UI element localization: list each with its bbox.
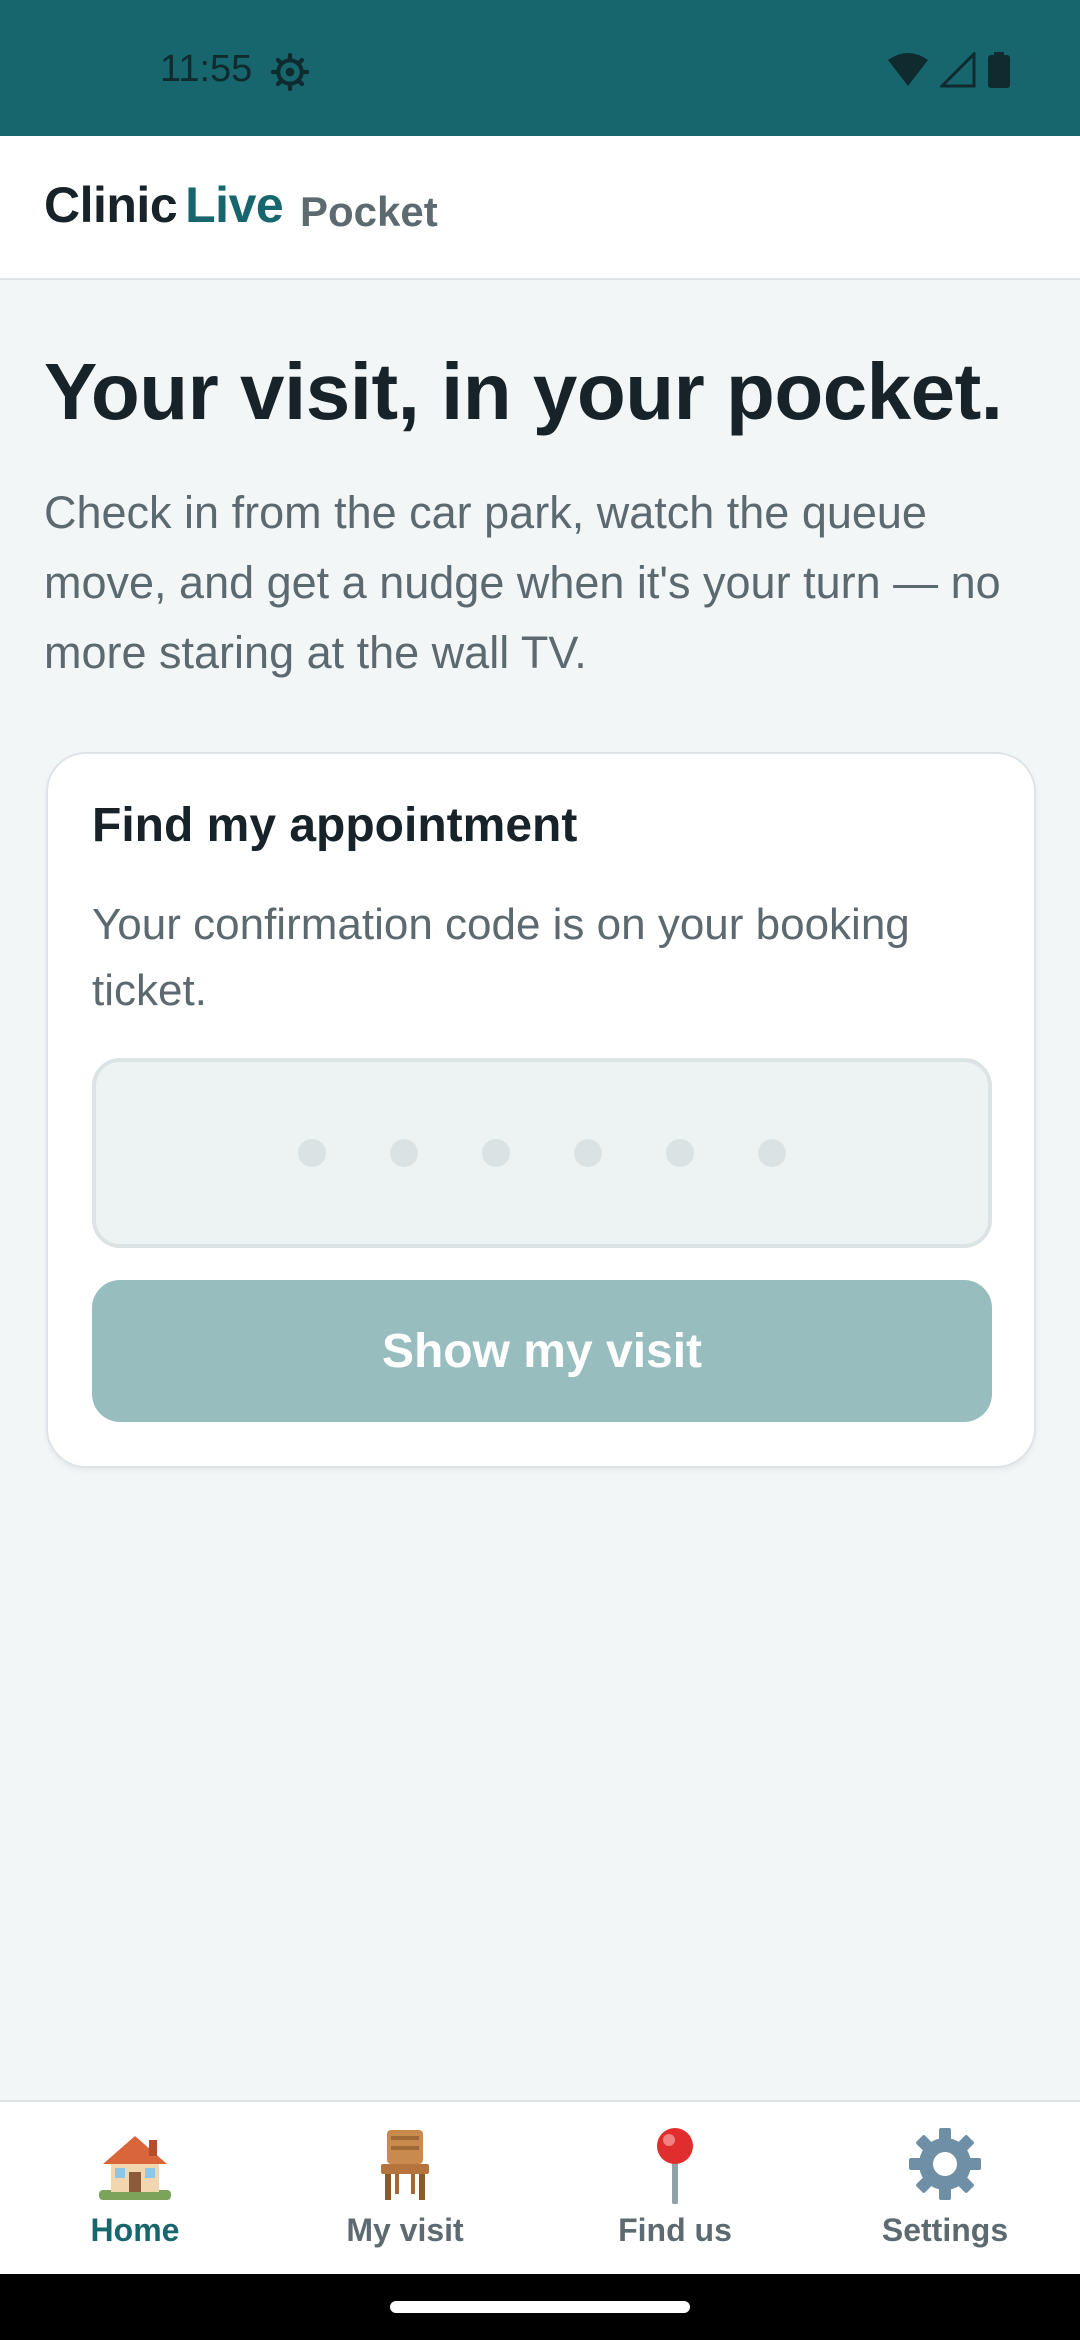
code-digit-placeholder xyxy=(666,1139,694,1167)
status-icons xyxy=(888,52,1010,88)
code-digit-placeholder xyxy=(758,1139,786,1167)
signal-icon xyxy=(940,52,976,88)
wifi-icon xyxy=(888,53,928,86)
confirmation-code-input[interactable] xyxy=(92,1058,992,1248)
page-title: Your visit, in your pocket. xyxy=(44,347,1003,436)
code-digit-placeholder xyxy=(482,1139,510,1167)
nav-item-home[interactable]: Home xyxy=(0,2102,270,2274)
status-time: 11:55 xyxy=(160,48,253,90)
house-icon xyxy=(99,2136,171,2200)
code-digit-placeholder xyxy=(574,1139,602,1167)
system-gesture-bar xyxy=(0,2274,1080,2340)
nav-label-find-us: Find us xyxy=(618,2212,732,2248)
hero-description: Check in from the car park, watch the qu… xyxy=(44,487,1001,678)
find-appointment-card: Find my appointment Your confirmation co… xyxy=(46,752,1036,1468)
nav-label-settings: Settings xyxy=(881,2212,1009,2248)
app-logo: Clinic Live xyxy=(44,176,284,234)
home-gesture-handle[interactable] xyxy=(390,2301,690,2313)
status-bar: 11:55 xyxy=(0,0,1080,136)
app-subtitle: Pocket xyxy=(300,188,438,235)
card-title: Find my appointment xyxy=(92,799,578,852)
battery-icon xyxy=(988,52,1010,88)
card-description: Your confirmation code is on your bookin… xyxy=(92,900,910,1015)
app-header: Clinic Live Pocket xyxy=(0,136,1080,280)
nav-label-home: Home xyxy=(90,2212,180,2248)
show-my-visit-button[interactable]: Show my visit xyxy=(92,1280,992,1422)
brand-name-second: Live xyxy=(185,177,284,233)
brand-name-first: Clinic xyxy=(44,177,178,233)
settings-notification-icon xyxy=(270,52,310,92)
code-placeholder-dots xyxy=(96,1062,988,1244)
bottom-nav: Home My visit Find us Settings xyxy=(0,2100,1080,2274)
nav-item-my-visit[interactable]: My visit xyxy=(270,2102,540,2274)
chair-icon xyxy=(381,2130,429,2200)
nav-label-my-visit: My visit xyxy=(346,2212,464,2248)
nav-item-settings[interactable]: Settings xyxy=(810,2102,1080,2274)
nav-item-find-us[interactable]: Find us xyxy=(540,2102,810,2274)
code-digit-placeholder xyxy=(390,1139,418,1167)
code-digit-placeholder xyxy=(298,1139,326,1167)
gear-icon xyxy=(909,2128,981,2200)
map-pin-icon xyxy=(657,2128,693,2204)
